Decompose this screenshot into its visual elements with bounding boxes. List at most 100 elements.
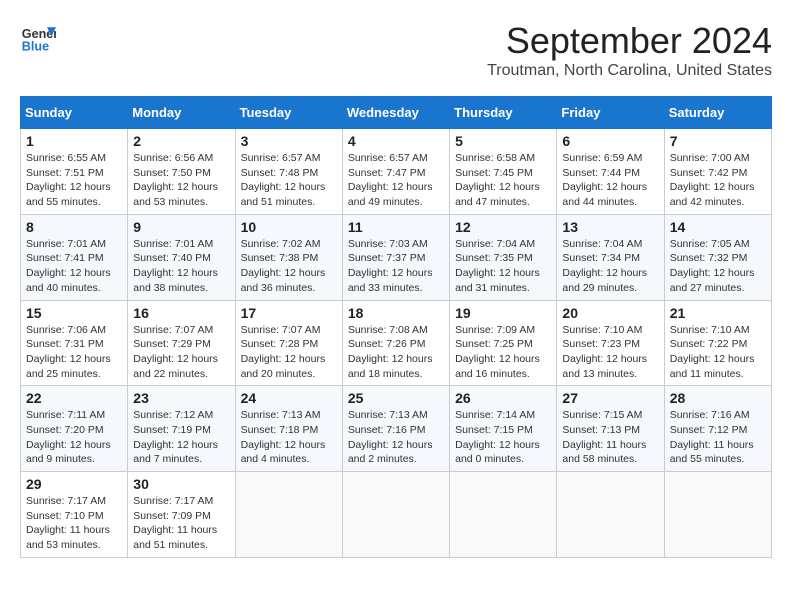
day-number: 7 [670, 133, 766, 149]
day-info: Sunrise: 7:04 AMSunset: 7:34 PMDaylight:… [562, 237, 658, 296]
day-info: Sunrise: 7:09 AMSunset: 7:25 PMDaylight:… [455, 323, 551, 382]
day-info: Sunrise: 7:07 AMSunset: 7:28 PMDaylight:… [241, 323, 337, 382]
day-info: Sunrise: 6:57 AMSunset: 7:47 PMDaylight:… [348, 151, 444, 210]
weekday-header-row: SundayMondayTuesdayWednesdayThursdayFrid… [21, 97, 772, 129]
day-number: 23 [133, 390, 229, 406]
week-row-3: 15 Sunrise: 7:06 AMSunset: 7:31 PMDayligh… [21, 300, 772, 386]
day-number: 5 [455, 133, 551, 149]
day-info: Sunrise: 6:55 AMSunset: 7:51 PMDaylight:… [26, 151, 122, 210]
day-number: 21 [670, 305, 766, 321]
calendar-cell [664, 472, 771, 558]
day-info: Sunrise: 6:59 AMSunset: 7:44 PMDaylight:… [562, 151, 658, 210]
day-info: Sunrise: 7:01 AMSunset: 7:41 PMDaylight:… [26, 237, 122, 296]
calendar-cell: 6 Sunrise: 6:59 AMSunset: 7:44 PMDaylight… [557, 129, 664, 215]
day-number: 25 [348, 390, 444, 406]
calendar-cell: 19Sunrise: 7:09 AMSunset: 7:25 PMDayligh… [450, 300, 557, 386]
calendar-cell: 22 Sunrise: 7:11 AMSunset: 7:20 PMDayligh… [21, 386, 128, 472]
day-number: 26 [455, 390, 551, 406]
weekday-header-thursday: Thursday [450, 97, 557, 129]
day-number: 22 [26, 390, 122, 406]
day-number: 1 [26, 133, 122, 149]
day-info: Sunrise: 7:12 AMSunset: 7:19 PMDaylight:… [133, 408, 229, 467]
day-number: 16 [133, 305, 229, 321]
weekday-header-wednesday: Wednesday [342, 97, 449, 129]
calendar-cell: 11Sunrise: 7:03 AMSunset: 7:37 PMDayligh… [342, 214, 449, 300]
day-info: Sunrise: 7:16 AMSunset: 7:12 PMDaylight:… [670, 408, 766, 467]
day-info: Sunrise: 7:10 AMSunset: 7:23 PMDaylight:… [562, 323, 658, 382]
day-number: 18 [348, 305, 444, 321]
day-number: 10 [241, 219, 337, 235]
calendar-cell: 13 Sunrise: 7:04 AMSunset: 7:34 PMDayligh… [557, 214, 664, 300]
day-number: 13 [562, 219, 658, 235]
day-info: Sunrise: 7:00 AMSunset: 7:42 PMDaylight:… [670, 151, 766, 210]
calendar-cell: 21Sunrise: 7:10 AMSunset: 7:22 PMDayligh… [664, 300, 771, 386]
week-row-5: 29 Sunrise: 7:17 AMSunset: 7:10 PMDayligh… [21, 472, 772, 558]
day-info: Sunrise: 7:17 AMSunset: 7:10 PMDaylight:… [26, 494, 122, 553]
month-title: September 2024 [487, 20, 772, 62]
calendar-cell: 2 Sunrise: 6:56 AMSunset: 7:50 PMDaylight… [128, 129, 235, 215]
week-row-4: 22 Sunrise: 7:11 AMSunset: 7:20 PMDayligh… [21, 386, 772, 472]
logo-icon: General Blue [20, 20, 56, 56]
calendar-cell: 5 Sunrise: 6:58 AMSunset: 7:45 PMDaylight… [450, 129, 557, 215]
day-number: 24 [241, 390, 337, 406]
weekday-header-sunday: Sunday [21, 97, 128, 129]
calendar-cell: 14 Sunrise: 7:05 AMSunset: 7:32 PMDayligh… [664, 214, 771, 300]
day-number: 8 [26, 219, 122, 235]
calendar-cell [450, 472, 557, 558]
week-row-2: 8 Sunrise: 7:01 AMSunset: 7:41 PMDaylight… [21, 214, 772, 300]
calendar-cell: 7 Sunrise: 7:00 AMSunset: 7:42 PMDaylight… [664, 129, 771, 215]
calendar-cell: 25 Sunrise: 7:13 AMSunset: 7:16 PMDayligh… [342, 386, 449, 472]
day-info: Sunrise: 7:02 AMSunset: 7:38 PMDaylight:… [241, 237, 337, 296]
day-number: 6 [562, 133, 658, 149]
day-info: Sunrise: 7:01 AMSunset: 7:40 PMDaylight:… [133, 237, 229, 296]
day-number: 17 [241, 305, 337, 321]
day-info: Sunrise: 7:17 AMSunset: 7:09 PMDaylight:… [133, 494, 229, 553]
day-number: 20 [562, 305, 658, 321]
week-row-1: 1 Sunrise: 6:55 AMSunset: 7:51 PMDaylight… [21, 129, 772, 215]
calendar-cell [235, 472, 342, 558]
calendar-cell: 23 Sunrise: 7:12 AMSunset: 7:19 PMDayligh… [128, 386, 235, 472]
day-number: 29 [26, 476, 122, 492]
calendar-cell: 10 Sunrise: 7:02 AMSunset: 7:38 PMDayligh… [235, 214, 342, 300]
day-number: 14 [670, 219, 766, 235]
day-number: 28 [670, 390, 766, 406]
day-info: Sunrise: 7:11 AMSunset: 7:20 PMDaylight:… [26, 408, 122, 467]
calendar-cell: 8 Sunrise: 7:01 AMSunset: 7:41 PMDaylight… [21, 214, 128, 300]
day-number: 2 [133, 133, 229, 149]
calendar-table: SundayMondayTuesdayWednesdayThursdayFrid… [20, 96, 772, 558]
calendar-cell: 15 Sunrise: 7:06 AMSunset: 7:31 PMDayligh… [21, 300, 128, 386]
day-info: Sunrise: 7:06 AMSunset: 7:31 PMDaylight:… [26, 323, 122, 382]
weekday-header-friday: Friday [557, 97, 664, 129]
calendar-cell [557, 472, 664, 558]
calendar-cell: 4Sunrise: 6:57 AMSunset: 7:47 PMDaylight… [342, 129, 449, 215]
day-info: Sunrise: 7:05 AMSunset: 7:32 PMDaylight:… [670, 237, 766, 296]
day-number: 11 [348, 219, 444, 235]
calendar-cell: 17 Sunrise: 7:07 AMSunset: 7:28 PMDayligh… [235, 300, 342, 386]
day-info: Sunrise: 7:07 AMSunset: 7:29 PMDaylight:… [133, 323, 229, 382]
weekday-header-tuesday: Tuesday [235, 97, 342, 129]
weekday-header-monday: Monday [128, 97, 235, 129]
svg-text:Blue: Blue [22, 40, 49, 54]
day-number: 9 [133, 219, 229, 235]
day-info: Sunrise: 7:13 AMSunset: 7:18 PMDaylight:… [241, 408, 337, 467]
title-area: September 2024 Troutman, North Carolina,… [487, 20, 772, 80]
page-header: General Blue September 2024 Troutman, No… [20, 20, 772, 80]
location-title: Troutman, North Carolina, United States [487, 62, 772, 80]
day-number: 12 [455, 219, 551, 235]
calendar-cell: 1 Sunrise: 6:55 AMSunset: 7:51 PMDaylight… [21, 129, 128, 215]
calendar-cell: 27Sunrise: 7:15 AMSunset: 7:13 PMDayligh… [557, 386, 664, 472]
calendar-cell: 20 Sunrise: 7:10 AMSunset: 7:23 PMDayligh… [557, 300, 664, 386]
day-number: 30 [133, 476, 229, 492]
day-number: 15 [26, 305, 122, 321]
day-info: Sunrise: 7:14 AMSunset: 7:15 PMDaylight:… [455, 408, 551, 467]
day-info: Sunrise: 6:56 AMSunset: 7:50 PMDaylight:… [133, 151, 229, 210]
day-info: Sunrise: 6:58 AMSunset: 7:45 PMDaylight:… [455, 151, 551, 210]
calendar-cell: 9 Sunrise: 7:01 AMSunset: 7:40 PMDaylight… [128, 214, 235, 300]
day-info: Sunrise: 7:13 AMSunset: 7:16 PMDaylight:… [348, 408, 444, 467]
day-number: 3 [241, 133, 337, 149]
day-info: Sunrise: 6:57 AMSunset: 7:48 PMDaylight:… [241, 151, 337, 210]
weekday-header-saturday: Saturday [664, 97, 771, 129]
calendar-cell: 18 Sunrise: 7:08 AMSunset: 7:26 PMDayligh… [342, 300, 449, 386]
day-info: Sunrise: 7:08 AMSunset: 7:26 PMDaylight:… [348, 323, 444, 382]
calendar-cell: 29 Sunrise: 7:17 AMSunset: 7:10 PMDayligh… [21, 472, 128, 558]
